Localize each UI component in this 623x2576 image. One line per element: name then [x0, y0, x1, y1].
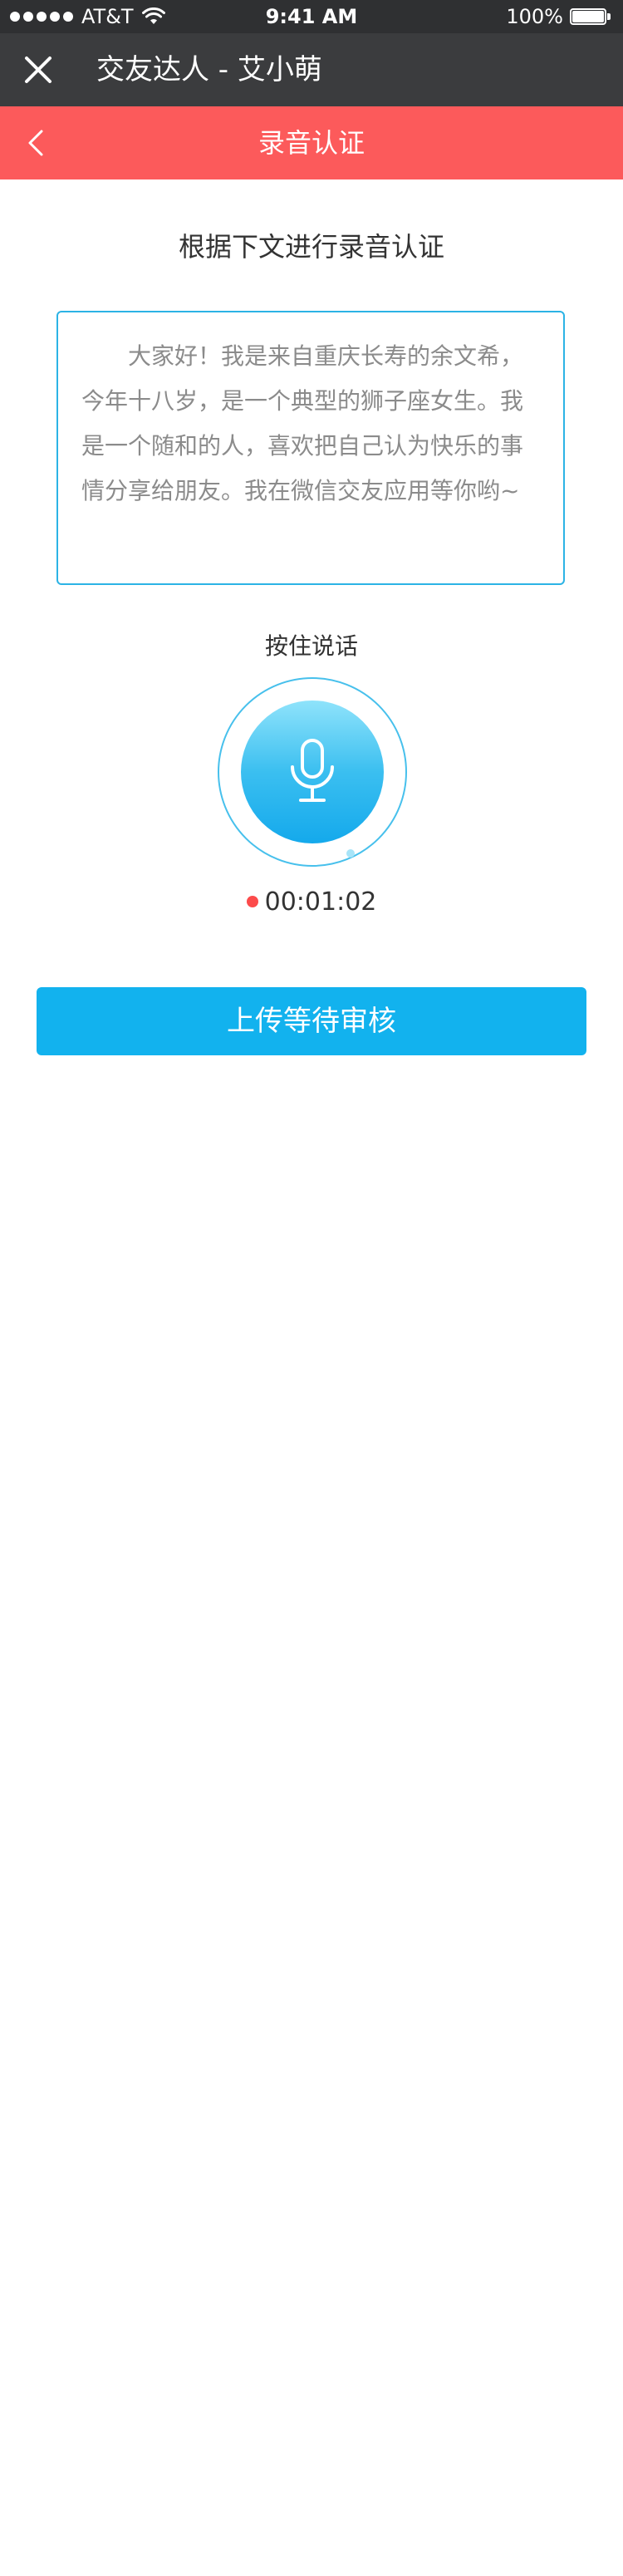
- nav-bar: 录音认证: [0, 106, 623, 179]
- script-box: 大家好！我是来自重庆长寿的余文希，今年十八岁，是一个典型的狮子座女生。我是一个随…: [56, 311, 565, 585]
- status-bar: AT&T 9:41 AM 100%: [0, 0, 623, 33]
- upload-button[interactable]: 上传等待审核: [37, 987, 586, 1055]
- recording-timer: 00:01:02: [0, 887, 623, 917]
- battery-icon: [570, 8, 611, 25]
- hold-to-talk-label: 按住说话: [264, 632, 358, 660]
- status-right: 100%: [506, 0, 611, 33]
- battery-percentage: 100%: [506, 5, 563, 28]
- instruction-heading: 根据下文进行录音认证: [178, 231, 444, 263]
- app-title: 交友达人 - 艾小萌: [96, 53, 322, 86]
- recording-progress-dot: [346, 849, 355, 858]
- close-icon[interactable]: [18, 50, 58, 90]
- script-text: 大家好！我是来自重庆长寿的余文希，今年十八岁，是一个典型的狮子座女生。我是一个随…: [81, 342, 524, 504]
- timer-text: 00:01:02: [264, 887, 377, 917]
- recording-indicator-icon: [246, 895, 258, 907]
- page-title: 录音认证: [258, 127, 365, 159]
- microphone-icon: [291, 739, 334, 802]
- app-bar: 交友达人 - 艾小萌: [0, 33, 623, 106]
- record-button[interactable]: [241, 701, 384, 843]
